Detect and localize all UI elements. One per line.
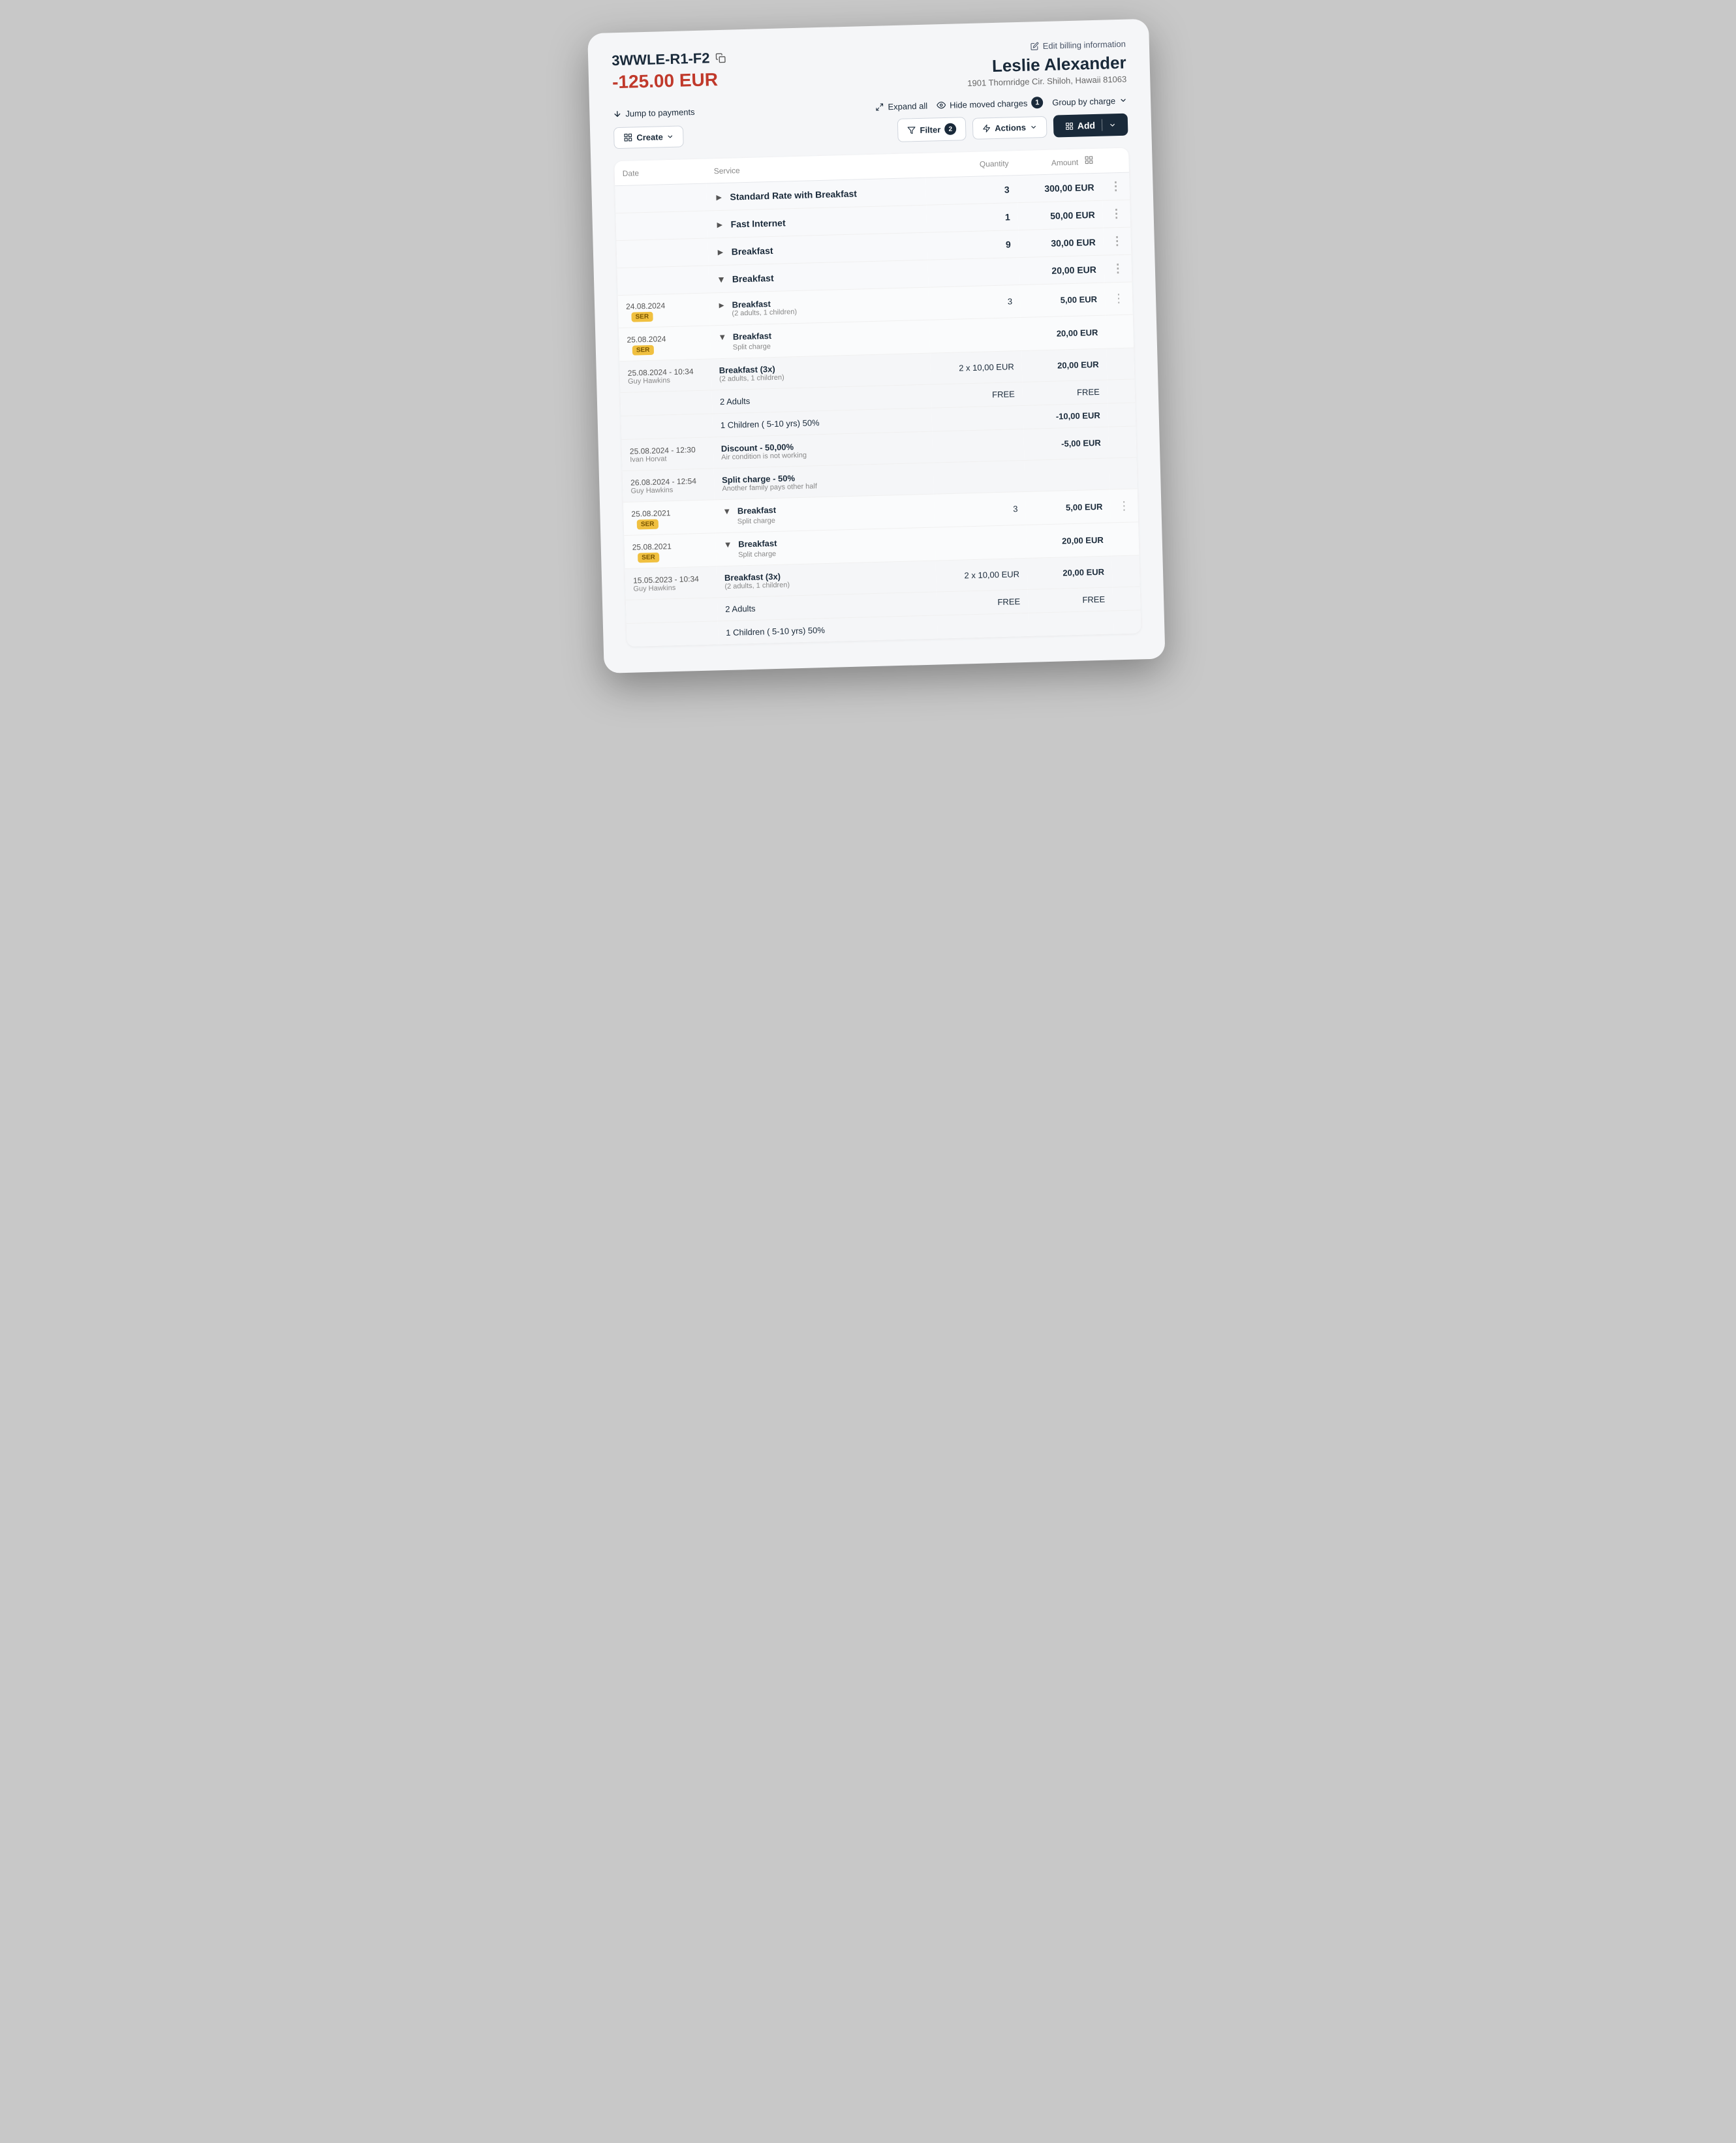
edit-billing-button[interactable]: Edit billing information	[967, 39, 1126, 53]
chevron-right-icon[interactable]: ►	[715, 191, 724, 202]
column-settings-icon[interactable]	[1084, 157, 1093, 166]
copy-icon[interactable]	[715, 52, 726, 64]
hide-moved-badge: 1	[1031, 97, 1043, 108]
chevron-down-icon[interactable]: ▼	[724, 540, 732, 549]
col-date: Date	[614, 159, 706, 186]
charges-table: Date Service Quantity Amount	[614, 148, 1141, 647]
ser-tag: SER	[637, 519, 659, 529]
hide-moved-charges-button[interactable]: Hide moved charges 1	[937, 97, 1044, 111]
chevron-down-icon[interactable]: ▼	[722, 506, 731, 516]
jump-to-payments-button[interactable]: Jump to payments	[613, 106, 695, 118]
more-options-icon[interactable]: ⋮	[1118, 499, 1130, 512]
more-options-icon[interactable]: ⋮	[1109, 179, 1122, 193]
add-button[interactable]: Add	[1053, 114, 1128, 138]
chevron-down-icon[interactable]: ▼	[718, 332, 726, 342]
col-quantity: Quantity	[925, 151, 1017, 177]
filter-badge: 2	[944, 123, 956, 135]
amount-total: -125.00 EUR	[612, 69, 728, 93]
filter-button[interactable]: Filter 2	[897, 117, 967, 142]
more-options-icon[interactable]: ⋮	[1111, 234, 1123, 248]
chevron-right-icon[interactable]: ►	[715, 219, 724, 229]
col-amount: Amount	[1016, 149, 1102, 176]
more-options-icon[interactable]: ⋮	[1112, 262, 1124, 275]
booking-ref: 3WWLE-R1-F2	[612, 50, 727, 70]
create-button[interactable]: Create	[613, 125, 684, 149]
chevron-right-icon[interactable]: ►	[716, 246, 725, 256]
expand-all-button[interactable]: Expand all	[875, 100, 927, 112]
ser-tag: SER	[638, 552, 659, 563]
ser-tag: SER	[632, 345, 654, 355]
ser-tag: SER	[631, 312, 653, 322]
actions-button[interactable]: Actions	[972, 116, 1047, 139]
guest-name: Leslie Alexander	[967, 53, 1126, 77]
chevron-right-icon[interactable]: ►	[717, 300, 726, 310]
more-options-icon[interactable]: ⋮	[1110, 207, 1123, 221]
more-options-icon[interactable]: ⋮	[1113, 292, 1125, 305]
group-by-charge-button[interactable]: Group by charge	[1052, 95, 1127, 107]
chevron-down-icon[interactable]: ▼	[717, 273, 726, 284]
